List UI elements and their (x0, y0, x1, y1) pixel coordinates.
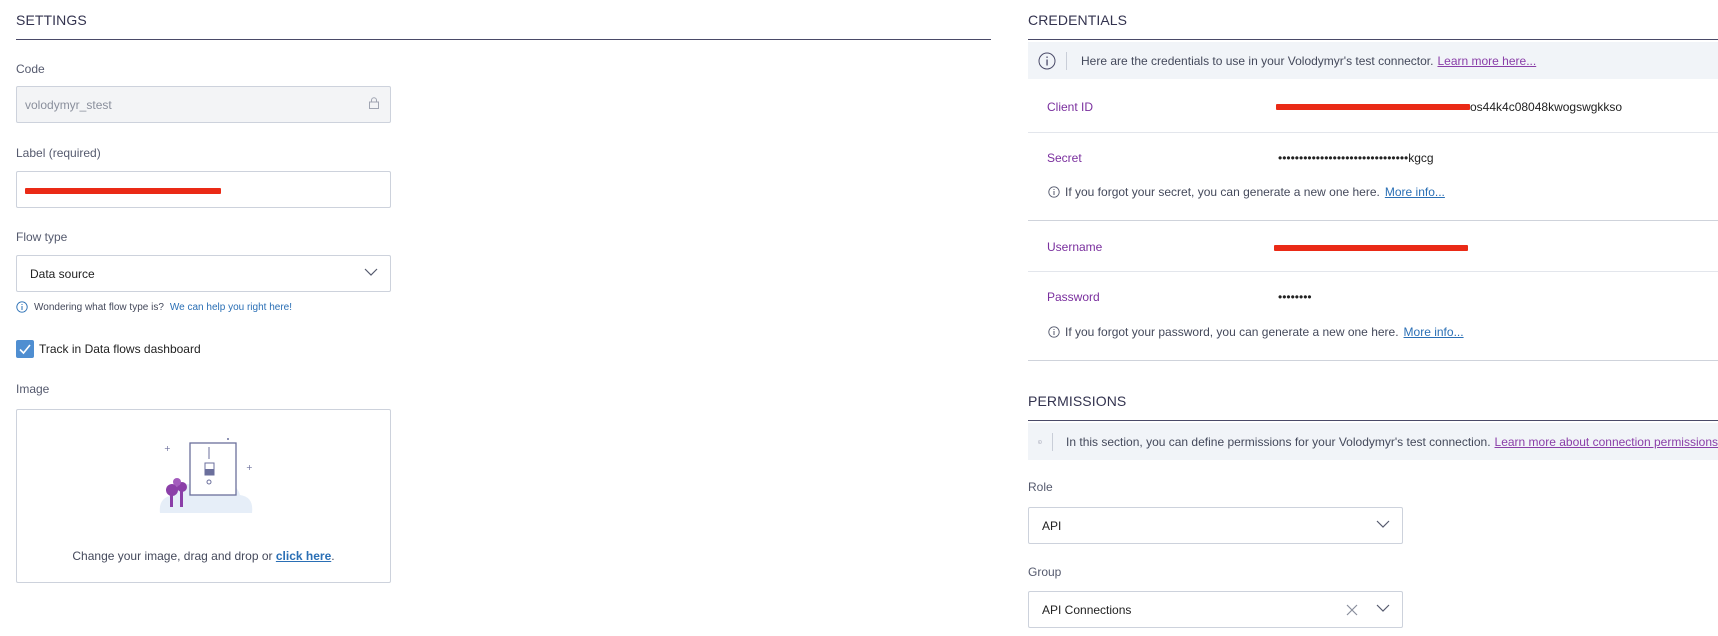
settings-title: SETTINGS (16, 12, 87, 28)
info-icon (1038, 52, 1056, 69)
image-label: Image (16, 382, 50, 396)
settings-divider (16, 39, 991, 40)
track-label: Track in Data flows dashboard (39, 342, 201, 356)
flow-type-hint: Wondering what flow type is? We can help… (16, 301, 292, 313)
image-placeholder-illustration: + + (159, 438, 253, 513)
flow-type-label: Flow type (16, 230, 68, 244)
password-hint-text: If you forgot your password, you can gen… (1065, 325, 1399, 339)
credentials-title: CREDENTIALS (1028, 12, 1128, 28)
secret-label: Secret (1047, 151, 1082, 165)
credentials-divider (1028, 39, 1718, 40)
secret-divider (1028, 220, 1718, 221)
flow-type-hint-text: Wondering what flow type is? (34, 301, 164, 313)
group-value: API Connections (1042, 602, 1132, 617)
permissions-info-banner: In this section, you can define permissi… (1028, 423, 1718, 460)
redacted-username (1274, 245, 1468, 251)
role-label: Role (1028, 480, 1053, 494)
flow-type-select[interactable]: Data source (16, 255, 391, 292)
code-value: volodymyr_stest (25, 97, 112, 112)
svg-text:+: + (246, 463, 253, 472)
banner-separator (1066, 51, 1067, 70)
role-select[interactable]: API (1028, 507, 1403, 544)
password-hint: If you forgot your password, you can gen… (1048, 325, 1464, 339)
chevron-down-icon (1376, 520, 1390, 528)
chevron-down-icon (1376, 604, 1390, 612)
credentials-learn-more-link[interactable]: Learn more here... (1437, 54, 1536, 68)
clear-icon[interactable] (1346, 604, 1358, 616)
track-checkbox[interactable] (16, 340, 34, 358)
secret-value: •••••••••••••••••••••••••••••••kgcg (1278, 151, 1434, 165)
label-input[interactable] (16, 171, 391, 208)
redacted-client-id (1276, 104, 1470, 110)
image-dropzone-suffix: . (331, 549, 335, 563)
client-id-value: os44k4c08048kwogswgkkso (1470, 100, 1623, 114)
code-input[interactable]: volodymyr_stest (16, 86, 391, 123)
credentials-banner-text: Here are the credentials to use in your … (1081, 53, 1434, 68)
label-field-label: Label (required) (16, 146, 101, 160)
password-label: Password (1047, 290, 1100, 304)
permissions-learn-more-link[interactable]: Learn more about connection permissions (1495, 435, 1718, 449)
group-label: Group (1028, 565, 1062, 579)
client-id-divider (1028, 132, 1718, 133)
flow-type-help-link[interactable]: We can help you right here! (170, 302, 292, 313)
image-dropzone[interactable]: + + Change your image, drag and drop or … (16, 409, 391, 583)
checkmark-icon (19, 344, 31, 355)
redacted-label-value (25, 188, 221, 194)
password-value: •••••••• (1278, 290, 1312, 304)
group-select[interactable]: API Connections (1028, 591, 1403, 628)
lock-icon (369, 97, 379, 109)
permissions-title: PERMISSIONS (1028, 393, 1127, 409)
image-upload-link[interactable]: click here (276, 549, 331, 563)
secret-hint-text: If you forgot your secret, you can gener… (1065, 185, 1380, 199)
client-id-label: Client ID (1047, 100, 1094, 114)
code-label: Code (16, 62, 45, 76)
image-dropzone-text: Change your image, drag and drop or clic… (17, 549, 390, 563)
permissions-divider (1028, 420, 1718, 421)
credentials-info-banner: Here are the credentials to use in your … (1028, 42, 1718, 79)
svg-text:+: + (164, 444, 171, 453)
info-icon (1038, 439, 1042, 444)
role-value: API (1042, 518, 1062, 533)
password-divider (1028, 360, 1718, 361)
flow-type-value: Data source (30, 266, 95, 281)
password-more-info-link[interactable]: More info... (1404, 325, 1464, 339)
image-dropzone-instructions: Change your image, drag and drop or (72, 549, 273, 563)
info-icon (16, 301, 28, 313)
secret-more-info-link[interactable]: More info... (1385, 185, 1445, 199)
chevron-down-icon (364, 268, 378, 276)
info-icon (1048, 186, 1060, 198)
username-divider (1028, 271, 1718, 272)
username-label: Username (1047, 240, 1103, 254)
secret-hint: If you forgot your secret, you can gener… (1048, 185, 1445, 199)
permissions-banner-text: In this section, you can define permissi… (1066, 434, 1491, 449)
info-icon (1048, 326, 1060, 338)
